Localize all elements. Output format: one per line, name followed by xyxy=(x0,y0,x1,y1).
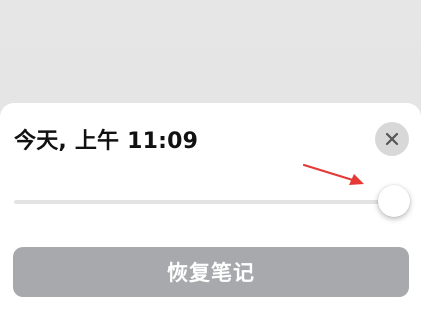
close-button[interactable] xyxy=(375,122,409,156)
slider-thumb[interactable] xyxy=(378,185,410,217)
close-icon xyxy=(385,132,399,146)
timestamp-title: 今天, 上午 11:09 xyxy=(14,129,199,154)
slider-track xyxy=(14,200,394,204)
version-history-sheet: 今天, 上午 11:09 恢复笔记 xyxy=(0,103,421,314)
restore-note-button[interactable]: 恢复笔记 xyxy=(13,247,409,297)
red-arrow-annotation xyxy=(302,163,364,185)
